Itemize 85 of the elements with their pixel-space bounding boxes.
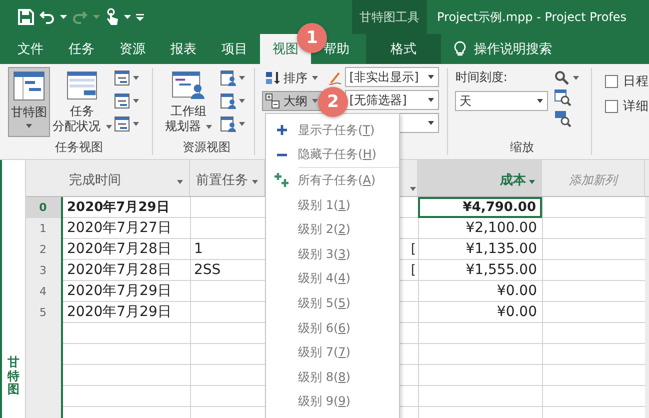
sheet-icon	[114, 92, 130, 108]
ribbon-tab[interactable]: 项目	[209, 34, 260, 64]
table-cell-text: 1	[193, 240, 204, 259]
table-cell-text: 2020年7月29日	[66, 282, 172, 301]
zoom-selected-icon[interactable]	[554, 110, 572, 128]
table-cell-text: ¥1,135.00	[464, 240, 538, 259]
column-header[interactable]: 成本	[418, 160, 542, 196]
ribbon-tab[interactable]: 报表	[158, 34, 209, 64]
undo-icon[interactable]	[39, 9, 55, 25]
menu-item[interactable]: 所有子任务(A)	[266, 168, 399, 193]
table-cell-text: 2020年7月28日	[66, 261, 172, 280]
sheet-icon	[114, 70, 130, 86]
table-cell-text: ¥0.00	[496, 303, 538, 322]
ribbon-tab[interactable]: 格式	[366, 34, 441, 64]
menu-item[interactable]: 级别 2(2)	[266, 217, 399, 242]
view-dropdown-button[interactable]	[114, 69, 139, 86]
filter-dropdown[interactable]: [无筛选器]	[345, 90, 440, 110]
group-label: 资源视图	[181, 139, 232, 156]
row-number: 0	[26, 197, 61, 218]
highlight-dropdown[interactable]: [非实出显示]	[345, 67, 440, 87]
table-cell-text: 2SS	[193, 261, 222, 280]
highlighter-icon[interactable]	[328, 70, 342, 86]
table-cell-text: 2020年7月29日	[66, 303, 172, 322]
team-planner-icon	[171, 71, 206, 100]
lightbulb-icon	[454, 41, 466, 57]
column-header[interactable]: 添加新列	[542, 160, 645, 196]
ribbon-tab[interactable]: 任务	[56, 34, 107, 64]
menu-item[interactable]: 级别 7(7)	[266, 340, 399, 365]
view-dropdown-button[interactable]	[114, 115, 139, 132]
menu-item[interactable]: 级别 5(5)	[266, 291, 399, 316]
resource-view-button[interactable]	[220, 92, 246, 109]
table-cell-text: ¥2,100.00	[464, 219, 538, 238]
menu-item[interactable]: 级别 1(1)	[266, 192, 399, 218]
sheet-icon	[114, 116, 130, 132]
caret-icon[interactable]	[60, 15, 67, 19]
person-sheet-icon	[220, 92, 236, 108]
menu-item[interactable]: 显示子任务(T)	[266, 118, 399, 143]
table-cell: [	[410, 263, 416, 278]
menu-item[interactable]: 级别 8(8)	[266, 364, 399, 390]
sort-button[interactable]: 排序	[262, 68, 322, 88]
person-sheet-icon	[220, 70, 236, 86]
menu-item[interactable]: 隐藏子任务(H)	[266, 142, 399, 168]
group-label: 任务视图	[54, 139, 104, 156]
table-cell-text: 2020年7月28日	[66, 240, 172, 259]
outline-icon	[265, 93, 282, 109]
table-cell-text: 2020年7月27日	[66, 219, 172, 238]
view-bar-label: 甘特图	[8, 356, 20, 396]
save-icon[interactable]	[18, 9, 34, 25]
customize-icon[interactable]	[136, 14, 144, 20]
timescale-label: 时间刻度:	[455, 69, 508, 86]
magnifier-icon	[554, 70, 570, 86]
window-title: Project示例.mpp - Project Profes	[437, 8, 627, 26]
menu-item[interactable]: 级别 3(3)	[266, 242, 399, 267]
zoom-button[interactable]	[554, 69, 580, 86]
checkbox[interactable]: 详细	[604, 98, 649, 115]
hand-icon[interactable]	[105, 8, 119, 26]
timescale-dropdown[interactable]: 天	[455, 91, 548, 111]
group-label: 缩放	[509, 139, 536, 156]
team-planner-button[interactable]: 工作组 规划器	[160, 67, 216, 137]
menu-item[interactable]: 级别 6(6)	[266, 316, 399, 340]
view-dropdown-button[interactable]	[114, 92, 139, 109]
table-cell: [	[410, 242, 416, 257]
sort-icon	[265, 70, 282, 86]
caret-icon[interactable]	[124, 15, 131, 19]
table-cell: ¥4,790.00	[418, 197, 542, 218]
task-usage-button[interactable]: 任务 分配状况	[54, 67, 110, 137]
task-sheet-icon	[66, 71, 98, 100]
column-header[interactable]: 完成时间	[61, 160, 190, 196]
tell-me-search[interactable]: 操作说明搜索	[454, 34, 552, 64]
resource-view-button[interactable]	[220, 69, 246, 86]
gantt-chart-button[interactable]: 甘特图	[8, 67, 50, 137]
table-cell-text: ¥0.00	[496, 282, 538, 301]
menu-item[interactable]: 级别 4(4)	[266, 266, 399, 292]
resource-view-button[interactable]	[220, 115, 246, 132]
gantt-chart-icon	[13, 71, 45, 101]
zoom-entire-project-icon[interactable]	[554, 89, 572, 107]
person-sheet-icon	[220, 116, 236, 132]
ribbon-tab[interactable]: 文件	[5, 34, 56, 64]
checkbox[interactable]: 日程	[604, 73, 649, 90]
table-cell-text: 2020年7月29日	[66, 199, 170, 217]
table-cell-text: ¥1,555.00	[464, 261, 538, 280]
outline-button[interactable]: 大纲	[262, 91, 322, 111]
ribbon-tab[interactable]: 资源	[107, 34, 158, 64]
contextual-tab-group: 甘特图工具	[352, 0, 427, 34]
menu-item[interactable]: 级别 9(9)	[266, 390, 399, 414]
